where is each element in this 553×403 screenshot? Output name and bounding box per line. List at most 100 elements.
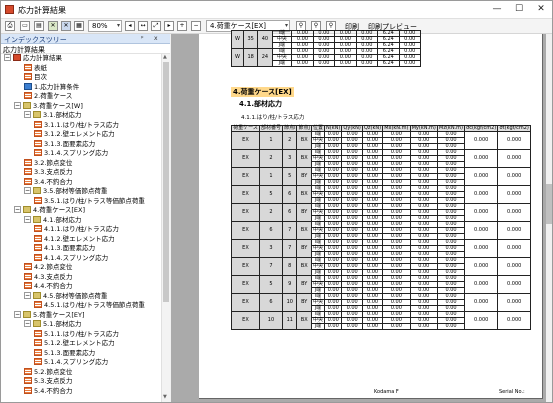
fit-page-icon[interactable]: ⤢ xyxy=(151,21,161,31)
prev-page-icon[interactable]: ◂ xyxy=(125,21,135,31)
fit-width-icon[interactable]: ↔ xyxy=(138,21,148,31)
tree-item[interactable]: 3.1.4.スプリング応力 xyxy=(34,149,108,158)
tree-item[interactable]: − 3.荷重ケース[W] xyxy=(14,101,83,111)
tree-item[interactable]: 3.5.1.はり/柱/トラス等価節点荷重 xyxy=(34,196,145,206)
table-cell: EX xyxy=(231,149,260,168)
tree-item[interactable]: 3.1.1.はり/柱/トラス応力 xyxy=(34,120,119,130)
tree-item[interactable]: 3.3.支点反力 xyxy=(24,168,72,177)
tree-item[interactable]: 5.4.不釣合力 xyxy=(24,386,72,396)
table-cell: 0.000 xyxy=(497,131,531,150)
tree-item-label: 5.1.1.はり/柱/トラス応力 xyxy=(44,329,119,338)
scroll-up-icon[interactable]: ▲ xyxy=(163,54,167,60)
tree-item[interactable]: 4.1.2.壁エレメント応力 xyxy=(34,234,115,244)
collapse-icon[interactable]: − xyxy=(14,310,21,318)
tree-item[interactable]: − 5.1.部材応力 xyxy=(24,320,81,329)
tree-item[interactable]: 4.3.支点反力 xyxy=(24,272,72,282)
table-cell: 0.000 xyxy=(464,149,499,168)
viewer-scroll-thumb[interactable] xyxy=(546,184,552,224)
tree-item[interactable]: − 3.1.部材応力 xyxy=(24,111,81,120)
column-header: 節点i xyxy=(282,125,298,132)
panel-header: インデックスツリー ᵖ x xyxy=(1,34,170,44)
table-cell: 5 xyxy=(258,185,284,204)
tree-scrollbar[interactable]: ▲ ▼ xyxy=(161,54,170,402)
pin-icon[interactable]: ᵖ xyxy=(141,35,144,42)
app-icon xyxy=(5,5,14,14)
table-cell: W xyxy=(230,48,245,67)
tree-item[interactable]: − 4.1.部材応力 xyxy=(24,215,81,225)
table-cell: BY xyxy=(296,293,312,312)
tree-item[interactable]: 5.1.1.はり/柱/トラス応力 xyxy=(34,329,119,339)
tree-item[interactable]: − 4.5.部材等価節点荷重 xyxy=(24,291,108,301)
zoom-out-icon[interactable]: − xyxy=(191,21,201,31)
tree-item[interactable]: − 4.荷重ケース[EX] xyxy=(14,206,85,215)
minimize-button[interactable]: — xyxy=(486,1,508,19)
table-cell: 0.000 xyxy=(464,239,499,258)
table-cell: 0.000 xyxy=(497,257,531,276)
collapse-icon[interactable]: − xyxy=(14,101,21,109)
collapse-icon[interactable]: − xyxy=(24,187,31,194)
list-icon xyxy=(34,244,42,251)
print-icon[interactable]: ⎙ xyxy=(5,21,15,31)
tree-item[interactable]: 5.1.4.スプリング応力 xyxy=(34,358,108,367)
tree-item[interactable]: 4.1.4.スプリング応力 xyxy=(34,253,108,263)
app-window: 応力計算結果 — ☐ ✕ ⎙ ▭ ▤ ✕ ✕ ▦ 80% ▾ ◂ ↔ ⤢ ▸ + … xyxy=(0,0,553,403)
tree-item[interactable]: 表紙 xyxy=(24,63,47,73)
tree-item[interactable]: 5.1.3.面要素応力 xyxy=(34,348,95,358)
tree-item-label: 1.応力計算条件 xyxy=(34,82,80,91)
list-icon xyxy=(24,386,32,394)
list-icon xyxy=(24,177,32,185)
collapse-icon[interactable]: − xyxy=(24,291,31,299)
tree-item[interactable]: 目次 xyxy=(24,73,47,82)
page-setup-icon[interactable]: ▦ xyxy=(74,21,84,31)
list-icon xyxy=(24,92,32,99)
zoom-select[interactable]: 80% ▾ xyxy=(88,20,122,32)
zoom-in-icon[interactable]: + xyxy=(177,21,187,31)
scroll-down-icon[interactable]: ▼ xyxy=(163,394,167,400)
tree-item[interactable]: 4.5.1.はり/柱/トラス等価節点荷重 xyxy=(34,301,145,310)
tree-item-label: 3.4.不釣合力 xyxy=(34,177,73,186)
open-icon[interactable]: ▭ xyxy=(20,21,30,31)
tree-item[interactable]: 4.2.節点変位 xyxy=(24,263,72,272)
tree-item[interactable]: 5.3.支点反力 xyxy=(24,377,72,386)
export-icon[interactable]: ▤ xyxy=(34,21,44,31)
tree-item[interactable]: 4.1.3.面要素応力 xyxy=(34,244,95,253)
tree-item[interactable]: − 応力計算結果 xyxy=(4,54,62,63)
close-button[interactable]: ✕ xyxy=(530,1,552,19)
table-cell: EX xyxy=(231,275,260,294)
collapse-icon[interactable]: − xyxy=(24,320,31,327)
table-cell: BY xyxy=(296,167,312,186)
list-icon xyxy=(34,301,42,308)
tree-item[interactable]: 5.1.2.壁エレメント応力 xyxy=(34,339,115,348)
collapse-icon[interactable]: − xyxy=(24,215,31,223)
excel-icon[interactable]: ✕ xyxy=(48,21,58,31)
table-cell: 0.00 xyxy=(436,323,466,330)
table-cell: EX xyxy=(231,293,260,312)
tree-item[interactable]: 1.応力計算条件 xyxy=(24,82,80,92)
collapse-icon[interactable]: − xyxy=(14,206,21,213)
panel-close-icon[interactable]: x xyxy=(154,35,158,42)
tree-item-label: 4.荷重ケース[EX] xyxy=(33,206,86,214)
collapse-icon[interactable]: − xyxy=(4,54,11,61)
list-icon xyxy=(24,272,32,280)
next-page-icon[interactable]: ▸ xyxy=(164,21,174,31)
collapse-icon[interactable]: − xyxy=(24,111,31,118)
tree-item[interactable]: 3.1.3.面要素応力 xyxy=(34,139,95,149)
scroll-thumb[interactable] xyxy=(163,62,169,302)
tree-item[interactable]: 2.荷重ケース xyxy=(24,92,72,101)
tree-item[interactable]: 3.4.不釣合力 xyxy=(24,177,73,187)
tree-item[interactable]: 4.1.1.はり/柱/トラス応力 xyxy=(34,225,119,234)
table-cell: BX xyxy=(296,257,312,276)
table-cell: BY xyxy=(296,275,312,294)
folder-icon xyxy=(33,215,41,223)
tree-item[interactable]: 5.2.節点変位 xyxy=(24,367,72,377)
tree-item-label: 4.5.部材等価節点荷重 xyxy=(43,291,108,300)
tree-item[interactable]: 4.4.不釣合力 xyxy=(24,282,72,291)
word-icon[interactable]: ✕ xyxy=(61,21,71,31)
maximize-button[interactable]: ☐ xyxy=(508,1,530,19)
viewer-scrollbar[interactable] xyxy=(546,34,552,402)
tree-item[interactable]: − 3.5.部材等価節点荷重 xyxy=(24,187,107,196)
table-cell: EX xyxy=(231,167,260,186)
tree-item[interactable]: 3.2.節点変位 xyxy=(24,158,72,168)
tree-item[interactable]: − 5.荷重ケース[EY] xyxy=(14,310,85,320)
tree-item[interactable]: 3.1.2.壁エレメント応力 xyxy=(34,130,115,139)
